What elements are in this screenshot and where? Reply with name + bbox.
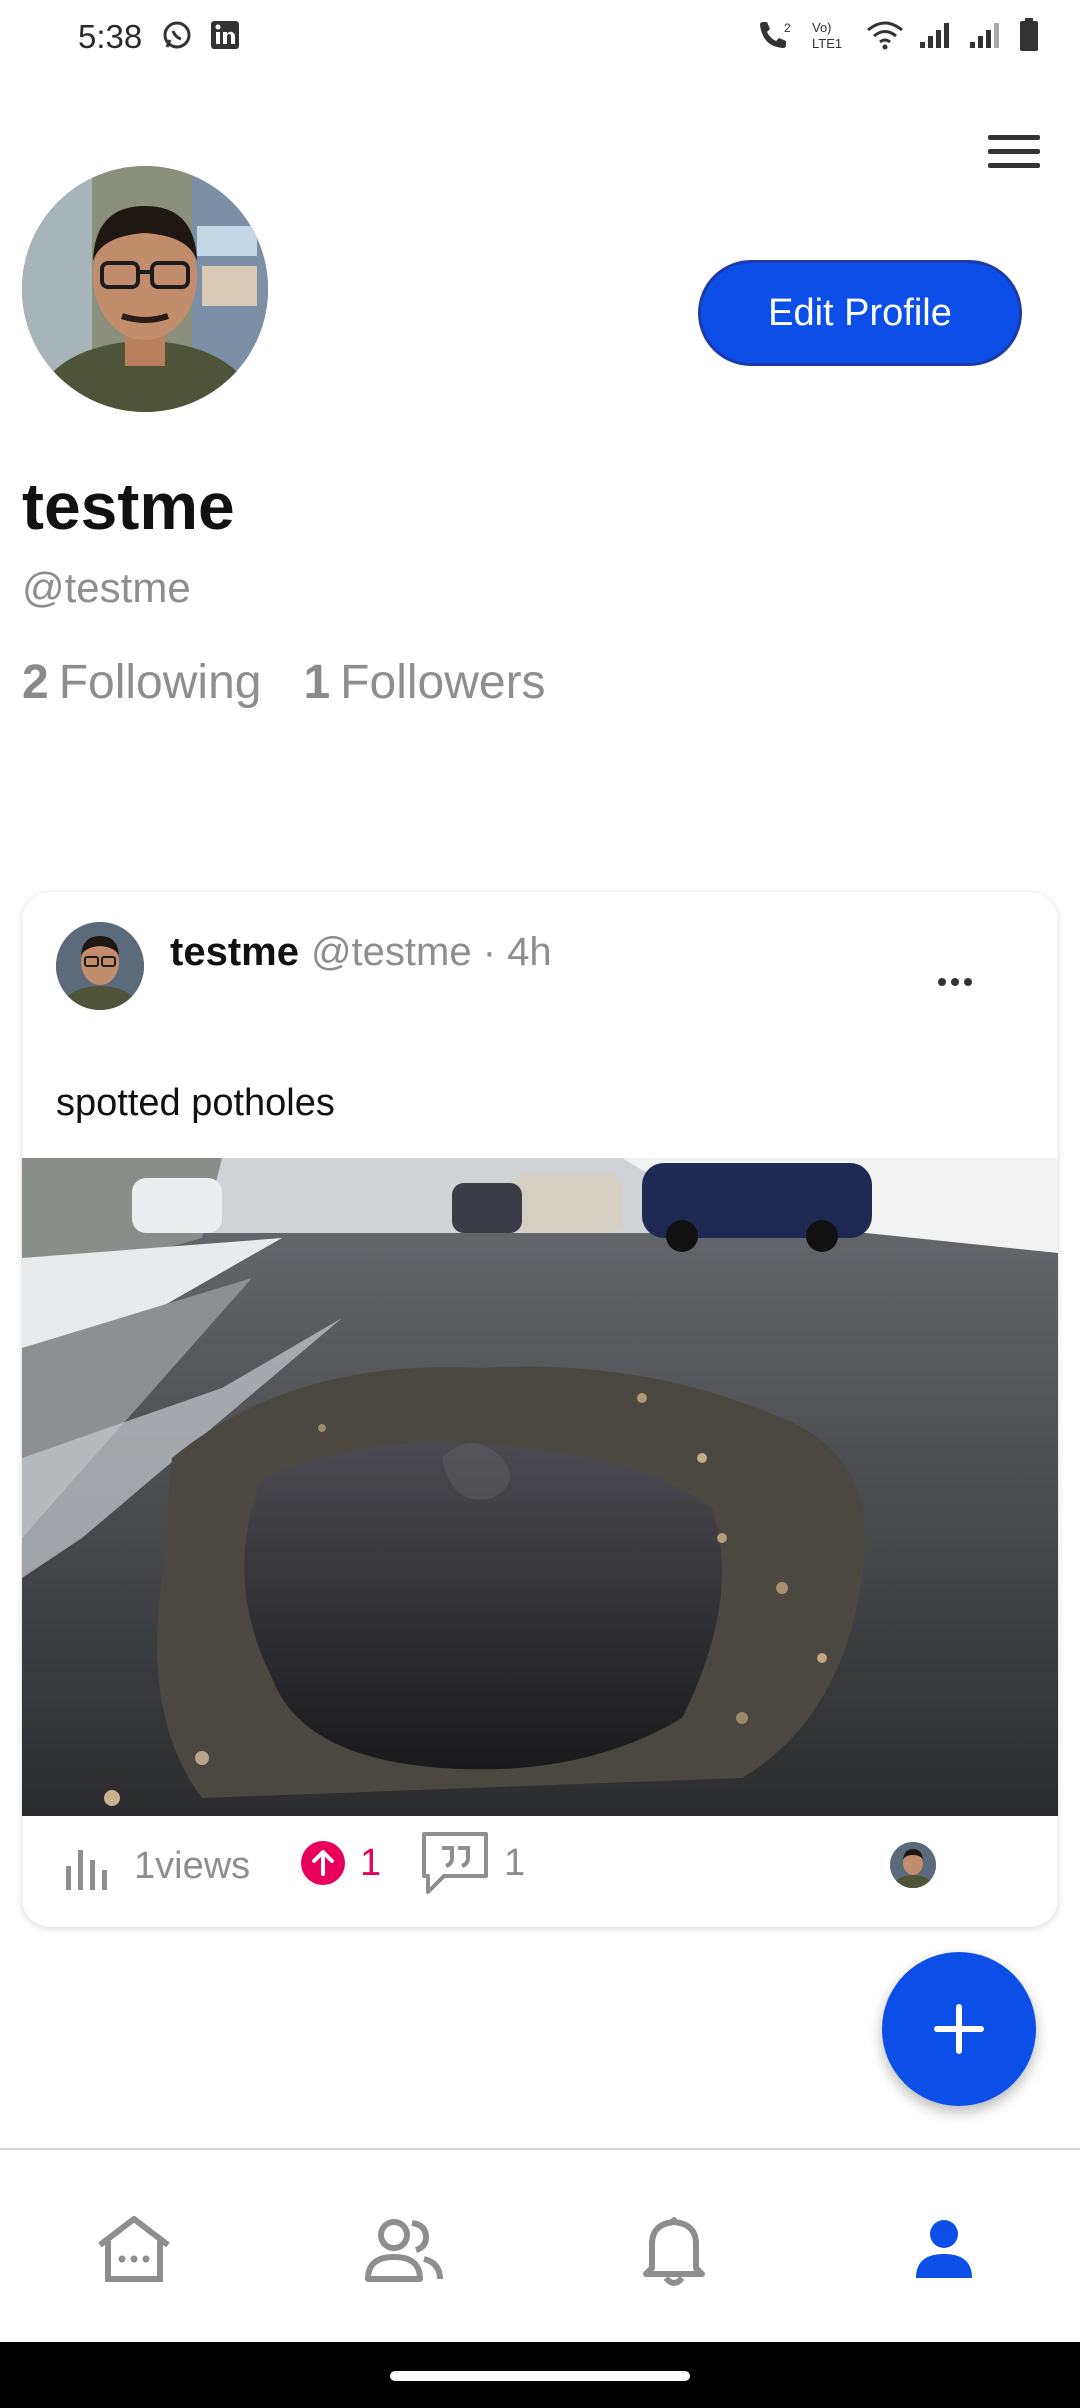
- svg-text:LTE1: LTE1: [812, 36, 842, 51]
- volte-icon: Vo) LTE1: [810, 19, 852, 51]
- post-footer: 1 views 1 1: [22, 1816, 1058, 1927]
- plus-icon: [934, 2004, 984, 2054]
- signal-icon: [968, 20, 1004, 50]
- post-text: spotted potholes: [56, 1082, 335, 1124]
- views-icon: [66, 1850, 107, 1890]
- reactor-avatar[interactable]: [890, 1842, 936, 1888]
- status-icons-right: 2 Vo) LTE1: [756, 18, 1040, 52]
- profile-icon: [916, 2220, 972, 2278]
- nav-profile[interactable]: [904, 2210, 984, 2290]
- post-image[interactable]: [22, 1158, 1058, 1816]
- home-icon: [98, 2216, 170, 2282]
- views-stat[interactable]: 1 views: [62, 1840, 250, 1892]
- status-icons-left: [162, 20, 240, 50]
- nav-notifications[interactable]: [634, 2210, 714, 2290]
- comments-stat[interactable]: 1: [420, 1830, 525, 1896]
- edit-profile-button[interactable]: Edit Profile: [698, 260, 1022, 366]
- bottom-nav: [0, 2148, 1080, 2344]
- compose-fab[interactable]: [882, 1952, 1036, 2106]
- hamburger-menu-icon[interactable]: [988, 135, 1040, 171]
- post-author-avatar[interactable]: [56, 922, 144, 1010]
- upvote-count: 1: [360, 1841, 382, 1884]
- bell-icon: [643, 2217, 705, 2286]
- comment-quote-icon[interactable]: [420, 1830, 490, 1896]
- profile-avatar[interactable]: [22, 166, 268, 412]
- post-card[interactable]: testme @testme · 4h spotted potholes 1 v…: [22, 892, 1058, 1927]
- whatsapp-icon: [162, 20, 192, 50]
- nav-people[interactable]: [364, 2210, 444, 2290]
- upvote-stat[interactable]: 1: [300, 1840, 381, 1886]
- people-icon: [365, 2219, 443, 2282]
- wifi-icon: [866, 20, 904, 50]
- nav-home[interactable]: [94, 2210, 174, 2290]
- post-author-name[interactable]: testme: [170, 930, 299, 974]
- call-icon: 2: [756, 19, 796, 51]
- post-more-icon[interactable]: [938, 972, 978, 992]
- followers-link[interactable]: 1 Followers: [303, 655, 545, 710]
- display-name: testme: [22, 469, 235, 543]
- post-time: 4h: [507, 930, 552, 974]
- post-header: testme @testme · 4h: [170, 930, 552, 975]
- home-gesture-pill[interactable]: [390, 2371, 690, 2381]
- upvote-icon[interactable]: [300, 1840, 346, 1886]
- followers-label: Followers: [340, 656, 546, 709]
- call-sub-text: 2: [784, 21, 791, 35]
- comment-count: 1: [504, 1841, 526, 1884]
- views-label: views: [155, 1844, 251, 1887]
- signal-icon: [918, 20, 954, 50]
- following-label: Following: [58, 656, 262, 709]
- profile-handle: @testme: [22, 564, 191, 611]
- svg-text:Vo): Vo): [812, 20, 832, 35]
- views-count: 1: [134, 1844, 156, 1887]
- post-separator: ·: [482, 930, 497, 974]
- following-count: 2: [22, 656, 49, 709]
- followers-count: 1: [303, 656, 331, 709]
- follow-stats: 2 Following 1 Followers: [22, 655, 588, 710]
- linkedin-icon: [210, 20, 240, 50]
- post-author-handle: @testme: [310, 930, 472, 974]
- battery-icon: [1018, 18, 1040, 52]
- following-link[interactable]: 2 Following: [22, 655, 261, 710]
- status-time: 5:38: [78, 18, 143, 55]
